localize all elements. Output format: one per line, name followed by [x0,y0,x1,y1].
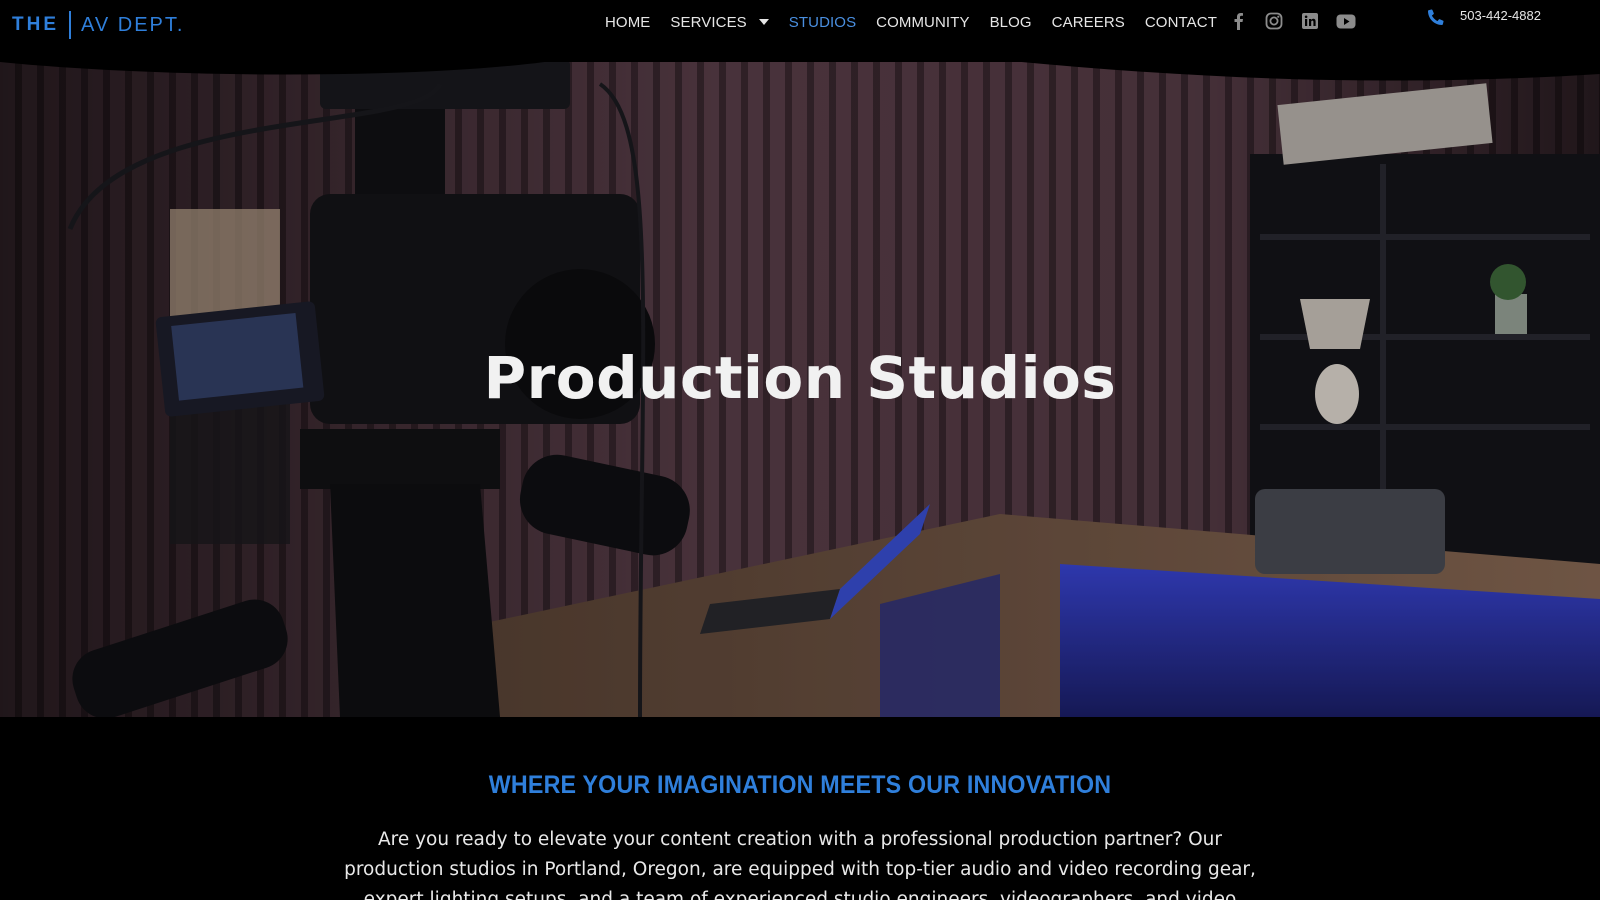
main-nav: HOME SERVICES STUDIOS COMMUNITY BLOG CAR… [595,0,1227,44]
nav-item-label: CONTACT [1144,13,1217,31]
nav-item-label: COMMUNITY [876,13,970,31]
logo-the-text: THE [12,14,59,35]
nav-item-services[interactable]: SERVICES [660,14,778,31]
nav-item-blog[interactable]: BLOG [980,14,1042,31]
logo-name-text: AV DEPT. [81,13,185,36]
header-phone[interactable]: 503-442-4882 [1428,6,1541,25]
nav-item-label: HOME [605,13,651,31]
logo-divider [69,11,71,39]
page-title: Production Studios [483,344,1117,412]
site-logo[interactable]: THE AV DEPT. [12,10,184,40]
facebook-icon[interactable] [1228,11,1248,31]
youtube-icon[interactable] [1336,11,1356,31]
nav-item-home[interactable]: HOME [595,14,660,31]
section-tagline: WHERE YOUR IMAGINATION MEETS OUR INNOVAT… [488,771,1112,799]
phone-number: 503-442-4882 [1460,8,1541,23]
site-header: THE AV DEPT. HOME SERVICES STUDIOS COMMU… [0,0,1600,62]
phone-icon [1428,6,1444,25]
nav-item-label: CAREERS [1051,13,1125,31]
intro-paragraph: Are you ready to elevate your content cr… [344,829,1256,900]
linkedin-icon[interactable] [1300,11,1320,31]
nav-item-studios[interactable]: STUDIOS [779,14,866,31]
hero-section: Production Studios [0,44,1600,717]
nav-item-community[interactable]: COMMUNITY [866,14,979,31]
intro-section: WHERE YOUR IMAGINATION MEETS OUR INNOVAT… [0,717,1600,900]
nav-item-label: BLOG [989,13,1032,31]
chevron-down-icon [758,19,769,25]
instagram-icon[interactable] [1264,11,1284,31]
nav-item-label: STUDIOS [788,13,857,31]
social-links [1228,11,1356,31]
nav-item-contact[interactable]: CONTACT [1135,14,1227,31]
nav-item-label: SERVICES [670,13,747,31]
nav-item-careers[interactable]: CAREERS [1042,14,1135,31]
